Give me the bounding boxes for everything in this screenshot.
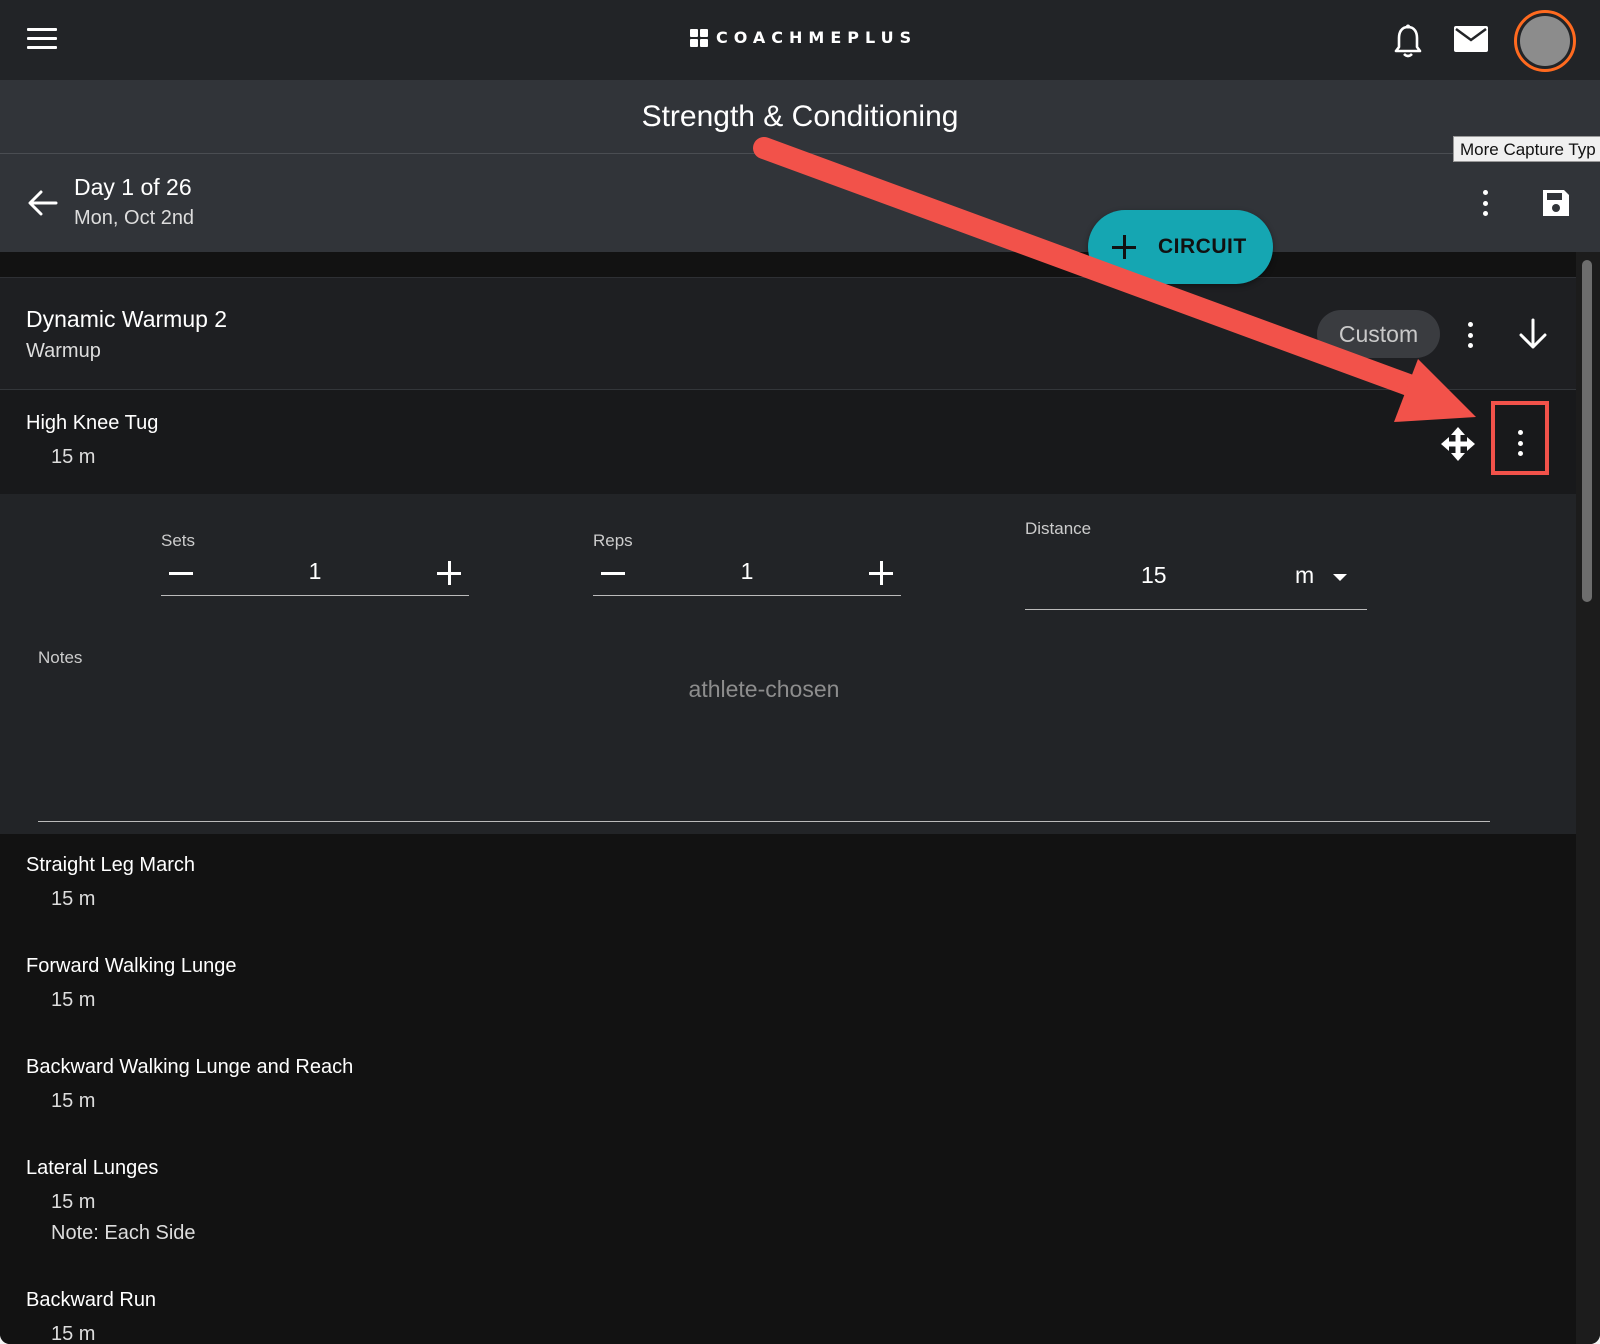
- day-title: Day 1 of 26: [74, 174, 192, 200]
- divider-strip: [0, 252, 1576, 278]
- exercise-row[interactable]: Lateral Lunges 15 m Note: Each Side: [0, 1137, 1576, 1269]
- unit-value: m: [1295, 562, 1315, 588]
- sets-label: Sets: [161, 531, 196, 550]
- notes-placeholder: athlete-chosen: [688, 676, 840, 702]
- exercise-name: Backward Run: [26, 1289, 157, 1311]
- plus-icon[interactable]: [437, 561, 461, 585]
- exercise-name: Straight Leg March: [26, 854, 195, 876]
- exercise-distance: 15 m: [51, 446, 96, 468]
- distance-value[interactable]: 15: [1141, 562, 1167, 589]
- mail-icon[interactable]: [1454, 26, 1488, 52]
- notes-field[interactable]: Notes athlete-chosen: [38, 640, 1490, 822]
- more-options-icon[interactable]: [1479, 190, 1491, 216]
- menu-icon[interactable]: [27, 28, 57, 50]
- distance-label: Distance: [1025, 519, 1092, 538]
- exercise-note: Note: Each Side: [51, 1222, 196, 1244]
- reps-label: Reps: [593, 531, 633, 550]
- unit-select[interactable]: m: [1295, 558, 1361, 594]
- day-date: Mon, Oct 2nd: [74, 207, 195, 229]
- caret-down-icon: [1333, 574, 1347, 581]
- exercise-row[interactable]: Straight Leg March 15 m: [0, 834, 1576, 934]
- logo-text: COACHMEPLUS: [716, 28, 918, 47]
- app-window: COACHMEPLUS Strength & Conditioning More…: [0, 0, 1600, 1344]
- exercise-distance: 15 m: [51, 989, 96, 1011]
- top-bar: COACHMEPLUS: [0, 0, 1600, 80]
- exercise-distance: 15 m: [51, 1191, 96, 1213]
- exercise-row[interactable]: Forward Walking Lunge 15 m: [0, 935, 1576, 1035]
- distance-field[interactable]: 15 m: [1025, 552, 1367, 610]
- logo-mark-icon: [690, 28, 708, 47]
- scrollbar-thumb[interactable]: [1582, 260, 1592, 602]
- reps-value[interactable]: 1: [593, 558, 901, 585]
- block-subtitle: Warmup: [26, 340, 101, 362]
- title-bar: Strength & Conditioning: [0, 80, 1600, 154]
- exercise-more-icon[interactable]: [1514, 430, 1526, 456]
- save-icon[interactable]: [1541, 188, 1571, 218]
- avatar[interactable]: [1514, 10, 1576, 72]
- tooltip: More Capture Typ: [1453, 136, 1600, 162]
- day-bar: Day 1 of 26 Mon, Oct 2nd: [0, 154, 1600, 252]
- exercise-row[interactable]: Backward Walking Lunge and Reach 15 m: [0, 1036, 1576, 1136]
- exercise-name: Lateral Lunges: [26, 1157, 159, 1179]
- plus-icon[interactable]: [869, 561, 893, 585]
- arrow-down-icon[interactable]: [1518, 318, 1548, 350]
- scrollbar[interactable]: [1576, 252, 1600, 1344]
- circuit-button-label: CIRCUIT: [1158, 235, 1247, 258]
- exercise-distance: 15 m: [51, 1323, 96, 1344]
- custom-chip[interactable]: Custom: [1317, 310, 1440, 358]
- notes-label: Notes: [38, 648, 83, 667]
- exercise-name: Forward Walking Lunge: [26, 955, 237, 977]
- bell-icon[interactable]: [1393, 24, 1423, 58]
- exercise-row-selected[interactable]: High Knee Tug 15 m: [0, 390, 1576, 494]
- block-header[interactable]: Dynamic Warmup 2 Warmup Custom: [0, 278, 1576, 390]
- back-arrow-icon[interactable]: [28, 190, 58, 216]
- add-circuit-button[interactable]: CIRCUIT: [1088, 210, 1273, 284]
- reps-stepper[interactable]: 1: [593, 552, 901, 596]
- exercise-name: Backward Walking Lunge and Reach: [26, 1056, 354, 1078]
- exercise-row[interactable]: Backward Run 15 m: [0, 1269, 1576, 1344]
- block-title: Dynamic Warmup 2: [26, 306, 228, 332]
- exercise-name: High Knee Tug: [26, 412, 159, 434]
- exercise-distance: 15 m: [51, 1090, 96, 1112]
- page-title: Strength & Conditioning: [641, 100, 959, 133]
- move-icon[interactable]: [1440, 426, 1476, 462]
- exercise-distance: 15 m: [51, 888, 96, 910]
- sets-stepper[interactable]: 1: [161, 552, 469, 596]
- block-more-icon[interactable]: [1464, 322, 1476, 348]
- sets-value[interactable]: 1: [161, 558, 469, 585]
- plus-icon: [1112, 235, 1136, 259]
- logo: COACHMEPLUS: [690, 28, 917, 47]
